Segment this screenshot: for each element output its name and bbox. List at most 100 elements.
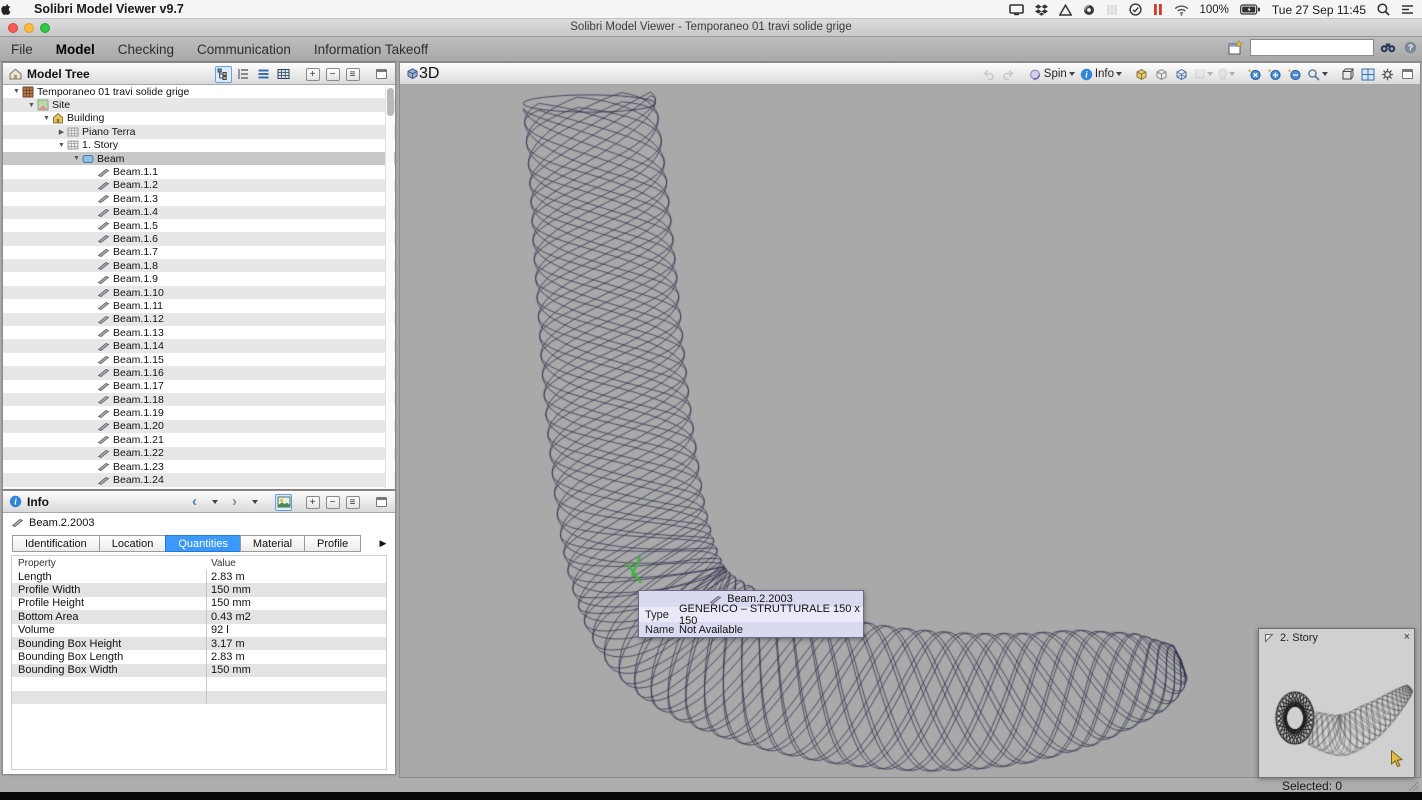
float-window-icon[interactable]: [373, 494, 390, 511]
forward-icon[interactable]: ›: [226, 494, 243, 511]
snapshot-icon[interactable]: [277, 496, 291, 508]
tree-item-beam-1-16[interactable]: Beam.1.16: [3, 366, 395, 379]
zoom-all-icon[interactable]: [1246, 66, 1263, 83]
solid-cube-icon[interactable]: [1133, 66, 1150, 83]
caret-down-icon[interactable]: [1069, 72, 1075, 76]
notification-list-icon[interactable]: [1401, 4, 1414, 15]
wireframe-cube-icon[interactable]: [1175, 68, 1188, 81]
model-tree-scrollbar[interactable]: [385, 86, 394, 488]
caret-down-icon[interactable]: [246, 494, 263, 511]
swirl-icon[interactable]: [1083, 4, 1095, 16]
table-row[interactable]: Bounding Box Height3.17 m: [12, 637, 386, 650]
drive-icon[interactable]: [1059, 4, 1072, 16]
tree-item-beam-1-1[interactable]: Beam.1.1: [3, 165, 395, 178]
views-grid-icon[interactable]: [1361, 68, 1375, 81]
menubar-clock[interactable]: Tue 27 Sep 11:45: [1272, 3, 1366, 17]
tree-item-beam-1-4[interactable]: Beam.1.4: [3, 206, 395, 219]
caret-down-icon[interactable]: [252, 500, 258, 504]
zoom-in-box-icon[interactable]: +: [304, 66, 321, 83]
zoom-select-icon[interactable]: [1306, 66, 1329, 83]
tab-location[interactable]: Location: [99, 535, 167, 552]
ghost-cube-icon[interactable]: [1155, 68, 1168, 81]
tree-item-beam-1-14[interactable]: Beam.1.14: [3, 339, 395, 352]
zoom-in-icon[interactable]: [1268, 68, 1282, 81]
tree-item-beam[interactable]: ▼Beam: [3, 152, 395, 165]
float-window-icon[interactable]: [373, 66, 390, 83]
table-row[interactable]: Profile Width150 mm: [12, 583, 386, 596]
render-settings-icon[interactable]: [1381, 68, 1394, 81]
story-overlay-panel[interactable]: 2. Story ×: [1258, 628, 1415, 778]
tree-item-beam-1-21[interactable]: Beam.1.21: [3, 433, 395, 446]
menu-item-information-takeoff[interactable]: Information Takeoff: [314, 42, 428, 57]
tree-item-beam-1-23[interactable]: Beam.1.23: [3, 460, 395, 473]
tree-expander-icon[interactable]: ▼: [11, 88, 22, 95]
list-view-icon[interactable]: [237, 68, 250, 80]
tab-overflow-icon[interactable]: ▶: [375, 536, 391, 551]
tree-item-beam-1-6[interactable]: Beam.1.6: [3, 232, 395, 245]
tree-item-piano-terra[interactable]: ▶Piano Terra: [3, 125, 395, 138]
tree-item-beam-1-17[interactable]: Beam.1.17: [3, 380, 395, 393]
caret-down-icon[interactable]: [206, 494, 223, 511]
table-row[interactable]: Length2.83 m: [12, 570, 386, 583]
caret-down-icon[interactable]: [1116, 72, 1122, 76]
corner-flag-icon[interactable]: [1264, 633, 1275, 644]
spin-icon[interactable]: [1028, 68, 1042, 81]
views-grid-icon[interactable]: [1359, 66, 1376, 83]
new-view-icon[interactable]: [1227, 39, 1245, 56]
fit-box-icon[interactable]: ≡: [344, 66, 361, 83]
spin-icon[interactable]: Spin: [1027, 66, 1076, 83]
menu-item-checking[interactable]: Checking: [118, 42, 174, 57]
quick-search-input[interactable]: [1250, 39, 1374, 56]
zoom-out-icon[interactable]: [1288, 68, 1302, 81]
fit-box-icon[interactable]: ≡: [344, 494, 361, 511]
wireframe-cube-icon[interactable]: [1173, 66, 1190, 83]
back-icon[interactable]: ‹: [186, 494, 203, 511]
tree-expander-icon[interactable]: ▼: [41, 115, 52, 122]
tree-expander-icon[interactable]: ▼: [56, 142, 67, 149]
list-view-icon[interactable]: [235, 66, 252, 83]
caret-down-icon[interactable]: [1229, 72, 1235, 76]
fit-box-icon[interactable]: ≡: [346, 496, 360, 509]
zoom-all-icon[interactable]: [1248, 68, 1262, 81]
forward-icon[interactable]: ›: [232, 495, 237, 509]
subtree-view-icon[interactable]: [257, 68, 270, 80]
table-row[interactable]: Profile Height150 mm: [12, 597, 386, 610]
tree-view-icon[interactable]: [215, 66, 232, 83]
float-window-icon[interactable]: [1402, 69, 1413, 79]
tree-expander-icon[interactable]: ▶: [56, 128, 67, 136]
tree-item-beam-1-15[interactable]: Beam.1.15: [3, 353, 395, 366]
tree-item-beam-1-24[interactable]: Beam.1.24: [3, 473, 395, 486]
tree-item-beam-1-9[interactable]: Beam.1.9: [3, 272, 395, 285]
spotlight-icon[interactable]: [1377, 3, 1390, 16]
tree-item-beam-1-13[interactable]: Beam.1.13: [3, 326, 395, 339]
apple-logo-icon[interactable]: [0, 2, 12, 16]
pause-icon[interactable]: [1153, 3, 1163, 16]
zoom-in-icon[interactable]: [1266, 66, 1283, 83]
tab-quantities[interactable]: Quantities: [165, 535, 241, 552]
menu-item-model[interactable]: Model: [56, 42, 95, 57]
table-row[interactable]: Volume92 l: [12, 624, 386, 637]
zoom-out-box-icon[interactable]: −: [326, 496, 340, 509]
tree-item-beam-1-8[interactable]: Beam.1.8: [3, 259, 395, 272]
tree-item-beam-1-10[interactable]: Beam.1.10: [3, 286, 395, 299]
menubar-app-name[interactable]: Solibri Model Viewer v9.7: [34, 2, 184, 16]
tree-item-beam-1-7[interactable]: Beam.1.7: [3, 246, 395, 259]
tree-item-beam-1-5[interactable]: Beam.1.5: [3, 219, 395, 232]
close-icon[interactable]: ×: [1404, 631, 1410, 643]
window-titlebar[interactable]: Solibri Model Viewer - Temporaneo 01 tra…: [0, 19, 1422, 37]
tree-item-1-story[interactable]: ▼1. Story: [3, 139, 395, 152]
tree-view-icon[interactable]: [217, 68, 230, 80]
zoom-in-box-icon[interactable]: +: [306, 68, 320, 81]
float-window-icon[interactable]: [376, 69, 387, 79]
menu-item-communication[interactable]: Communication: [197, 42, 291, 57]
info-circle-icon[interactable]: iInfo: [1079, 66, 1123, 83]
grid-view-icon[interactable]: [275, 66, 292, 83]
caret-down-icon[interactable]: [1322, 72, 1328, 76]
tree-item-beam-1-3[interactable]: Beam.1.3: [3, 192, 395, 205]
subtree-view-icon[interactable]: [255, 66, 272, 83]
fit-box-icon[interactable]: ≡: [346, 68, 360, 81]
zoom-in-box-icon[interactable]: +: [304, 494, 321, 511]
tree-item-beam-1-20[interactable]: Beam.1.20: [3, 420, 395, 433]
tree-expander-icon[interactable]: ▼: [26, 102, 37, 109]
zoom-out-box-icon[interactable]: −: [324, 494, 341, 511]
